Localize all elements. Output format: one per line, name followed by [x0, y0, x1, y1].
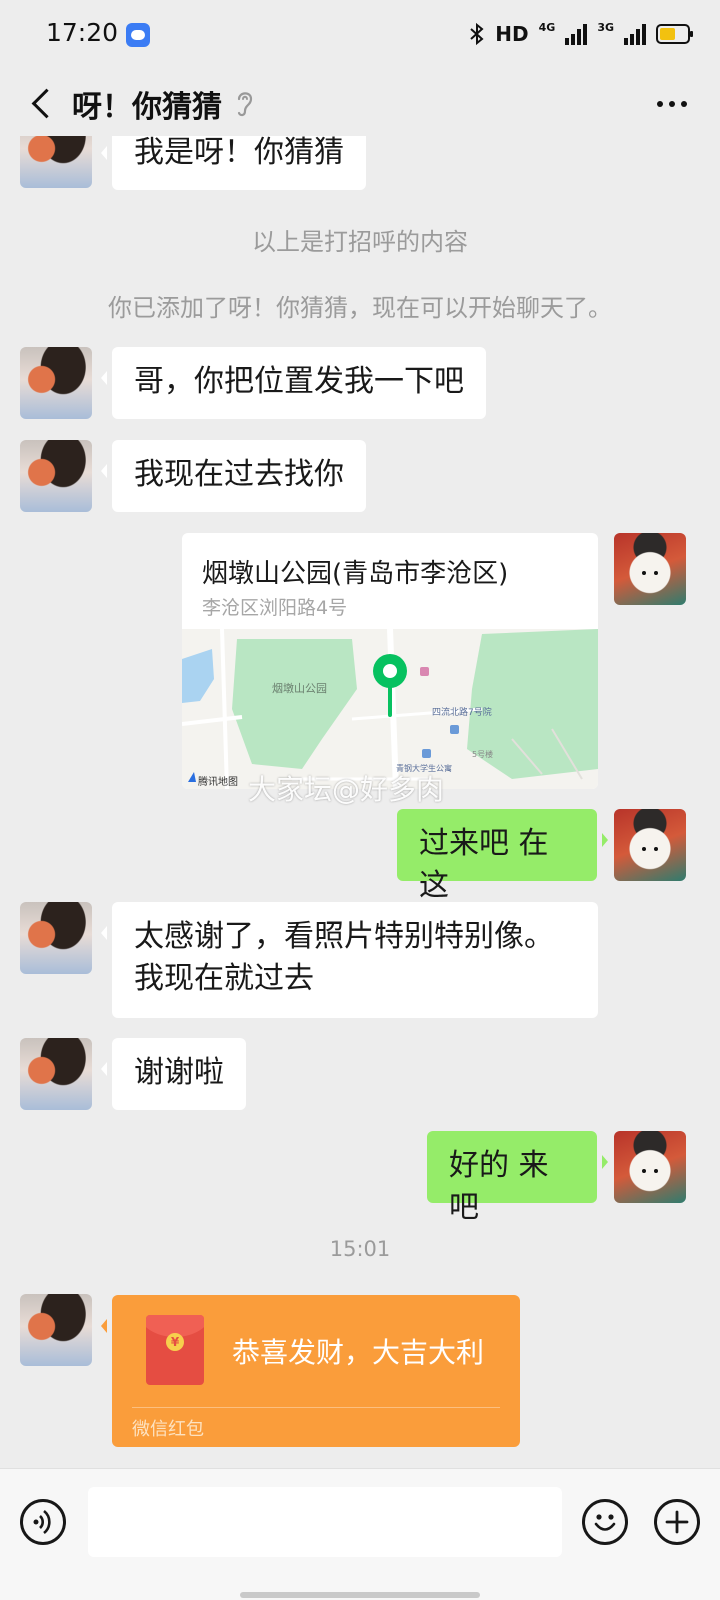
self-avatar[interactable] [614, 533, 686, 605]
map-label: 四流北路7号院 [432, 706, 492, 718]
network-label-1: 4G [538, 20, 556, 34]
contact-avatar[interactable] [20, 902, 92, 974]
chat-header: 呀！你猜猜 [0, 70, 720, 136]
self-avatar[interactable] [614, 809, 686, 881]
back-button[interactable] [20, 78, 66, 128]
plus-button[interactable] [654, 1499, 700, 1545]
ear-icon [237, 92, 253, 117]
plus-icon [665, 1510, 689, 1534]
system-message: 你已添加了呀！你猜猜，现在可以开始聊天了。 [108, 294, 612, 322]
contact-avatar[interactable] [20, 1038, 92, 1110]
chat-screen: 17:20 HD 4G 3G 呀！你猜猜 我是呀！你猜猜 以上是打招呼的内容 你… [0, 0, 720, 1600]
message-bubble-incoming[interactable]: 我是呀！你猜猜 [101, 136, 366, 190]
yuan-coin-icon: ¥ [166, 1333, 184, 1351]
message-bubble-incoming[interactable]: 太感谢了，看照片特别特别像。我现在就过去 [101, 902, 598, 1018]
message-bubble-incoming[interactable]: 我现在过去找你 [101, 440, 366, 512]
watermark: 大家坛@好多肉 [248, 773, 445, 806]
signal-bars-2-icon [624, 23, 646, 45]
contact-avatar[interactable] [20, 136, 92, 188]
contact-avatar[interactable] [20, 347, 92, 419]
notification-app-icon [126, 23, 150, 47]
voice-icon [33, 1509, 51, 1535]
map-label: 5号楼 [472, 749, 493, 759]
message-bubble-incoming[interactable]: 哥，你把位置发我一下吧 [101, 347, 486, 419]
more-icon [657, 101, 663, 107]
red-packet-divider [132, 1407, 500, 1408]
red-packet-card[interactable]: ¥ 恭喜发财，大吉大利 微信红包 [101, 1295, 520, 1447]
message-bubble-incoming[interactable]: 谢谢啦 [101, 1038, 246, 1110]
red-packet-title: 恭喜发财，大吉大利 [232, 1336, 485, 1369]
location-address: 李沧区浏阳路4号 [202, 597, 348, 619]
more-button[interactable] [648, 84, 696, 124]
status-bar: 17:20 HD 4G 3G [0, 0, 720, 70]
contact-avatar[interactable] [20, 1294, 92, 1366]
home-indicator[interactable] [240, 1592, 480, 1598]
signal-bars-1-icon [565, 23, 588, 45]
location-card[interactable]: 烟墩山公园(青岛市李沧区) 李沧区浏阳路4号 烟墩山公园 四流北路7号院 青钢大… [182, 533, 598, 789]
hd-label: HD [495, 22, 529, 46]
location-name: 烟墩山公园(青岛市李沧区) [202, 559, 509, 589]
message-list[interactable]: 我是呀！你猜猜 以上是打招呼的内容 你已添加了呀！你猜猜，现在可以开始聊天了。 … [0, 136, 720, 1468]
time-divider: 15:01 [329, 1237, 391, 1261]
status-time: 17:20 [46, 18, 119, 47]
message-bubble-outgoing[interactable]: 过来吧 在这 [397, 809, 608, 903]
map-provider: 腾讯地图 [198, 775, 238, 788]
status-indicators: HD 4G 3G [469, 18, 693, 50]
location-map: 烟墩山公园 四流北路7号院 青钢大学生公寓 5号楼 腾讯地图 [182, 629, 598, 789]
message-input[interactable] [88, 1487, 562, 1557]
battery-icon [656, 24, 693, 44]
bluetooth-icon [470, 22, 484, 46]
network-label-2: 3G [597, 20, 614, 34]
map-label: 烟墩山公园 [272, 681, 327, 695]
red-packet-icon: ¥ [146, 1315, 204, 1385]
system-message: 以上是打招呼的内容 [252, 228, 468, 256]
input-bar [0, 1468, 720, 1600]
contact-avatar[interactable] [20, 440, 92, 512]
emoji-button[interactable] [582, 1499, 628, 1545]
self-avatar[interactable] [614, 1131, 686, 1203]
message-bubble-outgoing[interactable]: 好的 来吧 [427, 1131, 608, 1225]
red-packet-label: 微信红包 [132, 1419, 204, 1440]
voice-button[interactable] [20, 1499, 66, 1545]
chevron-left-icon [31, 88, 61, 118]
emoji-icon [594, 1514, 616, 1531]
chat-title: 呀！你猜猜 [72, 90, 222, 125]
